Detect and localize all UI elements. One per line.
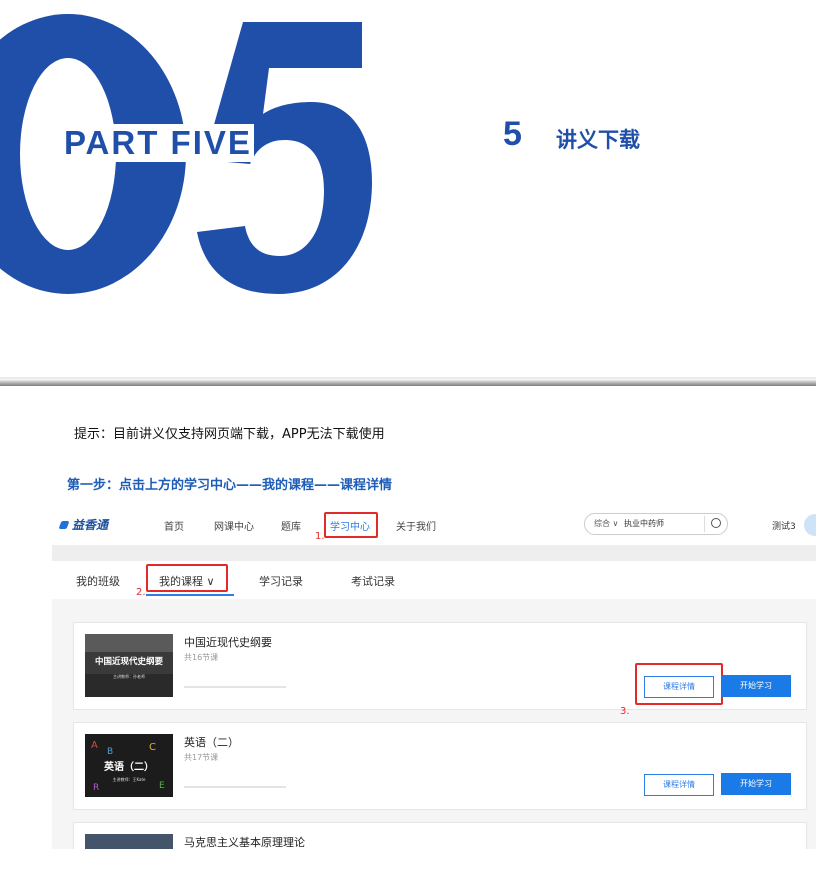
svg-text:C: C <box>149 742 156 753</box>
nav-separator-strip <box>52 545 816 561</box>
nav-about-us[interactable]: 关于我们 <box>396 518 436 533</box>
tab-exam-records[interactable]: 考试记录 <box>351 573 395 589</box>
user-name[interactable]: 测试3 <box>772 519 796 532</box>
course-title[interactable]: 英语（二） <box>184 734 239 750</box>
site-logo[interactable]: 益香通 <box>58 516 108 533</box>
annotation-3: 3. <box>620 706 630 717</box>
thumb-teacher: 主讲教师：孙老师 <box>113 673 145 679</box>
svg-text:B: B <box>107 747 113 757</box>
site-navbar: 益香通 首页 网课中心 题库 学习中心 1. 关于我们 综合 ∨ 执业中药师 测… <box>52 505 816 545</box>
course-tabs: 我的班级 我的课程 ∨ 2. 学习记录 考试记录 <box>52 561 816 599</box>
svg-text:E: E <box>159 781 165 791</box>
start-learning-button[interactable]: 开始学习 <box>721 675 791 697</box>
tab-my-classes[interactable]: 我的班级 <box>76 573 120 589</box>
avatar[interactable] <box>804 514 816 536</box>
search-bar[interactable]: 综合 ∨ 执业中药师 <box>584 513 728 535</box>
course-thumbnail: 中国近现代史纲要 主讲教师：孙老师 <box>85 634 173 697</box>
course-title[interactable]: 中国近现代史纲要 <box>184 634 272 650</box>
course-lesson-count: 共16节课 <box>184 653 219 662</box>
start-learning-button[interactable]: 开始学习 <box>721 773 791 795</box>
logo-icon <box>58 521 70 529</box>
tip-text: 提示：目前讲义仅支持网页端下载，APP无法下载使用 <box>74 427 385 442</box>
nav-question-bank[interactable]: 题库 <box>281 518 301 533</box>
thumb-title: 英语（二） <box>103 760 154 773</box>
chevron-down-icon: ∨ <box>206 575 215 588</box>
tab-my-courses[interactable]: 我的课程 ∨ <box>159 573 215 589</box>
svg-text:R: R <box>93 783 99 793</box>
search-divider <box>704 516 705 532</box>
course-lesson-count: 共17节课 <box>184 753 219 762</box>
search-category[interactable]: 综合 ∨ <box>594 518 618 529</box>
part-five-label: PART FIVE <box>62 124 254 162</box>
nav-learning-center[interactable]: 学习中心 <box>330 518 370 533</box>
crop-edge <box>52 849 816 870</box>
course-thumbnail: A B C E R 英语（二） 主讲教师：王Kate <box>85 734 173 797</box>
course-title[interactable]: 马克思主义基本原理理论 <box>184 834 305 850</box>
active-tab-indicator <box>146 594 234 596</box>
search-input[interactable]: 执业中药师 <box>624 518 664 529</box>
section-number: 5 <box>503 115 522 153</box>
annotation-2: 2. <box>136 587 146 598</box>
course-progress-bar <box>184 786 286 788</box>
course-progress-bar <box>184 686 286 688</box>
nav-course-center[interactable]: 网课中心 <box>214 518 254 533</box>
course-card: A B C E R 英语（二） 主讲教师：王Kate 英语（二） 共17节课 课… <box>73 722 807 810</box>
search-icon[interactable] <box>711 518 721 528</box>
svg-text:A: A <box>91 740 98 751</box>
nav-home[interactable]: 首页 <box>164 518 184 533</box>
section-title: 讲义下载 <box>556 128 640 152</box>
annotation-1: 1. <box>315 531 325 542</box>
course-detail-button[interactable]: 课程详情 <box>644 774 714 796</box>
course-detail-button[interactable]: 课程详情 <box>644 676 714 698</box>
step-instruction: 第一步：点击上方的学习中心——我的课程——课程详情 <box>67 478 393 493</box>
tab-learning-records[interactable]: 学习记录 <box>259 573 303 589</box>
thumb-teacher: 主讲教师：王Kate <box>112 776 146 782</box>
thumb-title: 中国近现代史纲要 <box>95 656 164 667</box>
course-card: 中国近现代史纲要 主讲教师：孙老师 中国近现代史纲要 共16节课 课程详情 开始… <box>73 622 807 710</box>
divider-bar <box>0 377 816 386</box>
